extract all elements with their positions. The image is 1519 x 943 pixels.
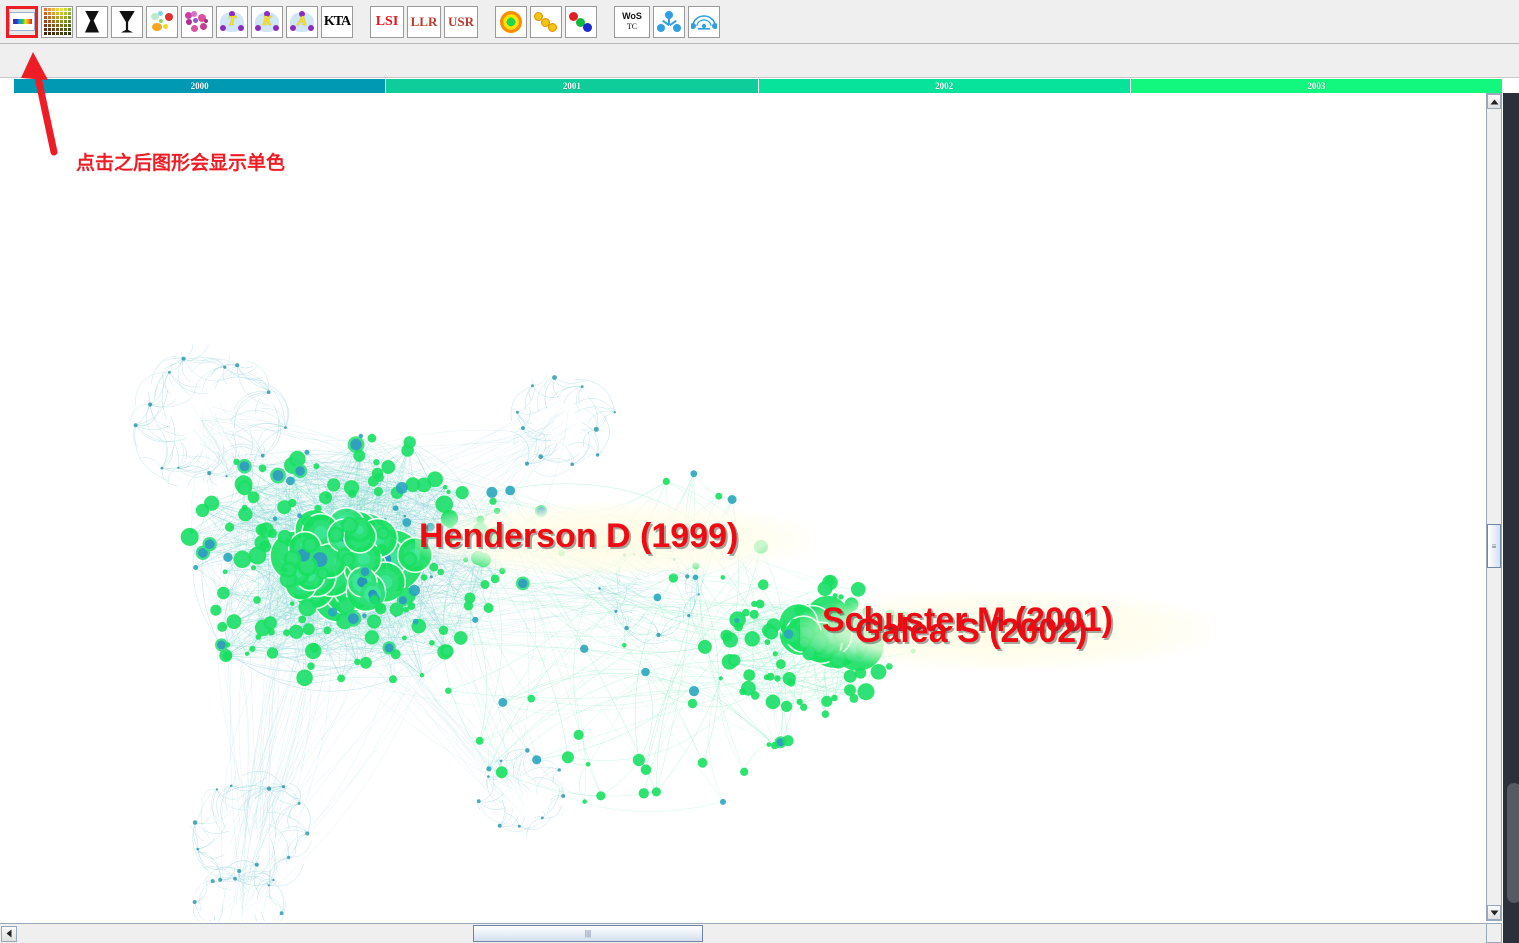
horizontal-scroll-thumb[interactable]: ||| — [473, 925, 703, 942]
network-graph-svg — [130, 344, 916, 921]
caret-up-icon — [1490, 99, 1498, 104]
arc-network-icon[interactable] — [688, 5, 720, 38]
lsi-button[interactable]: LSI — [370, 5, 404, 38]
wos-sublabel: TC — [626, 22, 638, 31]
title-term-icon[interactable]: T — [216, 5, 248, 38]
abstract-term-icon[interactable]: A — [286, 5, 318, 38]
scroll-left-arrow[interactable] — [1, 925, 17, 942]
toolbar-group-source: WoS TC — [614, 5, 723, 38]
arc-network-svg — [691, 14, 717, 30]
kta-label: KTA — [323, 13, 351, 30]
hourglass-outline-icon[interactable] — [111, 5, 143, 38]
horizontal-scroll-track[interactable]: ||| — [18, 925, 1489, 942]
window-edge-strip — [1503, 93, 1519, 943]
main-toolbar: T K A KTA LSI LLR USR WoS TC — [0, 0, 1519, 44]
rainbow-bar — [12, 19, 32, 24]
edge-highlight — [1507, 783, 1519, 903]
toolbar-group-metric: LSI LLR USR — [370, 5, 481, 38]
wos-tc-icon[interactable]: WoS TC — [614, 5, 650, 38]
scroll-up-arrow[interactable] — [1487, 94, 1501, 109]
cluster-dense-icon[interactable] — [181, 5, 213, 38]
hourglass-filled-icon[interactable] — [76, 5, 108, 38]
rgb-links-icon[interactable] — [565, 5, 597, 38]
keyword-term-icon[interactable]: K — [251, 5, 283, 38]
toolbar-group-visual: T K A KTA — [6, 5, 356, 38]
y-network-icon[interactable] — [653, 5, 685, 38]
cluster-blobs-icon[interactable] — [146, 5, 178, 38]
abstract-letter: A — [297, 13, 307, 29]
lsi-label: LSI — [375, 13, 399, 29]
colormap-gradient-icon[interactable] — [6, 5, 38, 38]
title-letter: T — [227, 13, 237, 29]
chain-links-icon[interactable] — [530, 5, 562, 38]
year-timeline[interactable]: 2000 2001 2002 2003 — [14, 79, 1502, 93]
usr-button[interactable]: USR — [444, 5, 478, 38]
timeline-segment-2002[interactable]: 2002 — [758, 79, 1131, 93]
concentric-target-icon[interactable] — [495, 5, 527, 38]
caret-left-icon — [6, 929, 12, 938]
usr-label: USR — [447, 13, 474, 29]
keyword-letter: K — [262, 13, 272, 29]
cite-space-window: T K A KTA LSI LLR USR WoS TC 2000 2001 2… — [0, 0, 1519, 943]
llr-button[interactable]: LLR — [407, 5, 441, 38]
scroll-down-arrow[interactable] — [1487, 905, 1501, 920]
horizontal-scrollbar[interactable]: ||| — [0, 923, 1489, 943]
hscroll-grip: ||| — [584, 929, 592, 938]
vertical-scroll-thumb[interactable]: ≡ — [1487, 524, 1501, 568]
red-annotation-arrow — [21, 52, 58, 156]
wos-label: WoS — [622, 11, 642, 21]
annotation-text: 点击之后图形会显示单色 — [76, 152, 286, 174]
vertical-scrollbar[interactable]: ≡ — [1486, 93, 1502, 921]
scrollbar-corner — [1486, 923, 1502, 943]
caret-down-icon — [1490, 910, 1498, 915]
toolbar-group-nodestyle — [495, 5, 600, 38]
llr-label: LLR — [410, 13, 438, 29]
network-canvas[interactable]: Henderson D (1999) Schuster M (2001) Gal… — [0, 93, 1490, 921]
kta-icon[interactable]: KTA — [321, 5, 353, 38]
timeline-segment-2001[interactable]: 2001 — [386, 79, 759, 93]
control-bar: Spotlight Citation/Frequency Burst >>> <… — [0, 44, 1519, 122]
scroll-grip: ≡ — [1491, 541, 1497, 551]
swatch-grid — [43, 8, 71, 35]
timeline-segment-2003[interactable]: 2003 — [1130, 79, 1502, 93]
color-swatch-grid-icon[interactable] — [41, 5, 73, 38]
